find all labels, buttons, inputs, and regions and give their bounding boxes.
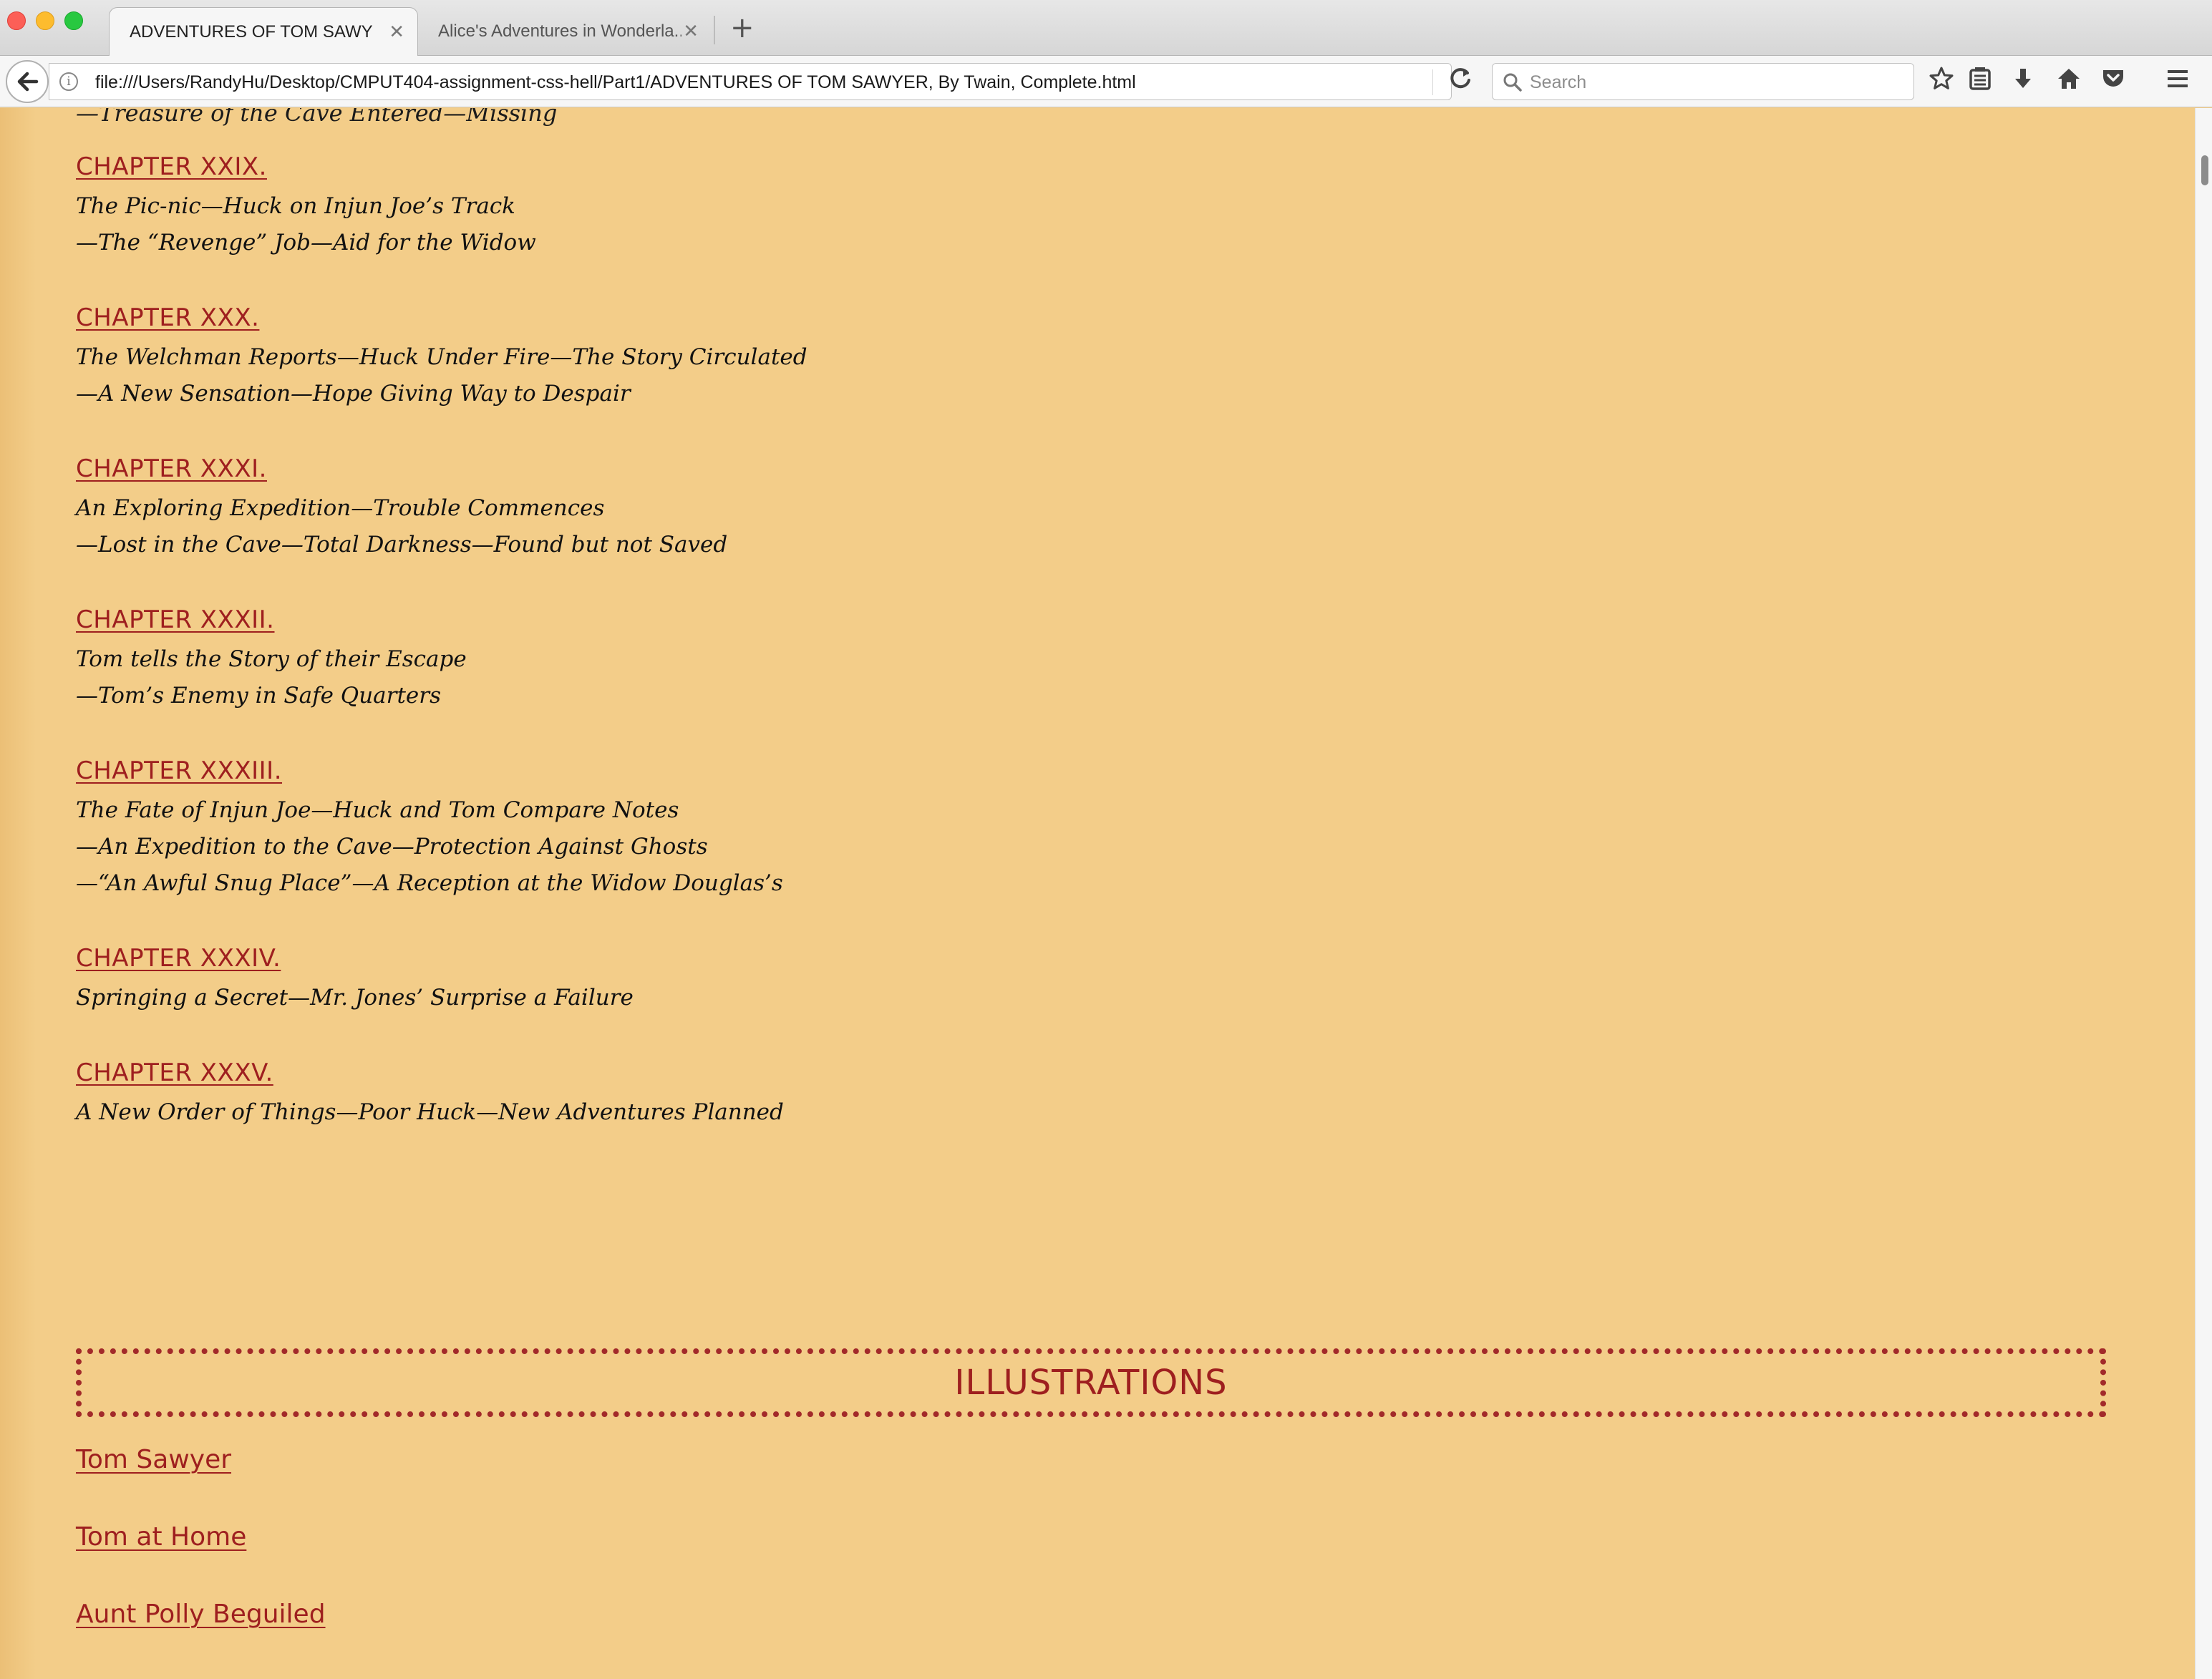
chapter-summary-line: The Welchman Reports—Huck Under Fire—The… <box>76 344 807 370</box>
new-tab-plus-icon[interactable]: + <box>730 11 755 44</box>
chapter-summary-line: —A New Sensation—Hope Giving Way to Desp… <box>76 381 631 407</box>
url-text[interactable]: file:///Users/RandyHu/Desktop/CMPUT404-a… <box>95 64 1136 101</box>
back-button[interactable] <box>6 60 49 103</box>
illustrations-heading-box: ILLUSTRATIONS <box>76 1348 2106 1417</box>
reading-list-icon[interactable] <box>1967 66 1993 92</box>
chapter-entry-xxxiii: CHAPTER XXXIII. The Fate of Injun Joe—Hu… <box>76 755 783 902</box>
chapter-entry-xxix: CHAPTER XXIX. The Pic-nic—Huck on Injun … <box>76 151 536 261</box>
chapter-summary-line: —An Expedition to the Cave—Protection Ag… <box>76 834 708 860</box>
menu-hamburger-icon[interactable] <box>2165 66 2191 92</box>
bookmark-star-icon[interactable] <box>1929 66 1954 92</box>
chapter-link[interactable]: CHAPTER XXXV. <box>76 1057 784 1089</box>
window-maximize-button[interactable] <box>64 11 83 30</box>
chapter-summary-line: —Lost in the Cave—Total Darkness—Found b… <box>76 532 728 558</box>
chapter-link[interactable]: CHAPTER XXXII. <box>76 604 467 636</box>
tab-strip: ADVENTURES OF TOM SAWYE... ✕ Alice's Adv… <box>0 0 2212 56</box>
chapter-summary-line: Springing a Secret—Mr. Jones’ Surprise a… <box>76 985 634 1011</box>
tab-tom-sawyer[interactable]: ADVENTURES OF TOM SAWYE... ✕ <box>109 7 418 56</box>
reload-icon[interactable] <box>1446 64 1475 93</box>
chapter-link[interactable]: CHAPTER XXXIII. <box>76 755 783 787</box>
chapter-summary-line: The Pic-nic—Huck on Injun Joe’s Track <box>76 193 515 219</box>
search-icon <box>1503 73 1522 92</box>
chapter-entry-xxxiv: CHAPTER XXXIV. Springing a Secret—Mr. Jo… <box>76 943 634 1016</box>
chapter-link[interactable]: CHAPTER XXX. <box>76 302 807 334</box>
back-arrow-icon <box>17 72 39 92</box>
chapter-summary-line: —“An Awful Snug Place”—A Reception at th… <box>76 870 783 896</box>
home-icon[interactable] <box>2056 66 2082 92</box>
browser-chrome: ADVENTURES OF TOM SAWYE... ✕ Alice's Adv… <box>0 0 2212 107</box>
scrollbar-thumb[interactable] <box>2201 155 2208 185</box>
search-placeholder: Search <box>1530 72 1587 92</box>
tab-title: Alice's Adventures in Wonderla... <box>438 21 681 41</box>
chapter-entry-xxx: CHAPTER XXX. The Welchman Reports—Huck U… <box>76 302 807 412</box>
illustration-link[interactable]: Tom at Home <box>76 1522 246 1552</box>
illustration-link[interactable]: Tom Sawyer <box>76 1445 231 1474</box>
navigation-toolbar: i file:///Users/RandyHu/Desktop/CMPUT404… <box>0 56 2212 107</box>
chapter-summary-line: —The “Revenge” Job—Aid for the Widow <box>76 230 536 256</box>
chapter-link[interactable]: CHAPTER XXXI. <box>76 453 727 485</box>
tab-title: ADVENTURES OF TOM SAWYE... <box>130 21 373 42</box>
tab-alice[interactable]: Alice's Adventures in Wonderla... ✕ <box>418 7 712 56</box>
chapter-summary-line: —Tom’s Enemy in Safe Quarters <box>76 683 441 709</box>
pocket-icon[interactable] <box>2100 66 2126 92</box>
chapter-link[interactable]: CHAPTER XXIX. <box>76 151 536 182</box>
page-edge-shade <box>0 108 36 1679</box>
tab-close-icon[interactable]: ✕ <box>683 21 699 40</box>
chapter-summary-line: The Fate of Injun Joe—Huck and Tom Compa… <box>76 797 679 823</box>
tab-close-icon[interactable]: ✕ <box>389 22 404 41</box>
window-minimize-button[interactable] <box>36 11 54 30</box>
chapter-summary-line: An Exploring Expedition—Trouble Commence… <box>76 495 605 521</box>
window-close-button[interactable] <box>7 11 26 30</box>
vertical-scrollbar[interactable] <box>2195 108 2212 1679</box>
chapter-entry-xxxv: CHAPTER XXXV. A New Order of Things—Poor… <box>76 1057 784 1131</box>
chapter-entry-xxxi: CHAPTER XXXI. An Exploring Expedition—Tr… <box>76 453 727 563</box>
partial-chapter-line: —Treasure of the Cave Entered—Missing <box>76 108 558 127</box>
chapter-summary-line: Tom tells the Story of their Escape <box>76 646 467 672</box>
illustrations-heading: ILLUSTRATIONS <box>954 1363 1228 1403</box>
search-input[interactable]: Search <box>1492 63 1914 100</box>
tab-separator <box>714 16 715 44</box>
download-icon[interactable] <box>2010 66 2036 92</box>
chapter-summary-line: A New Order of Things—Poor Huck—New Adve… <box>76 1099 784 1125</box>
address-bar[interactable]: i file:///Users/RandyHu/Desktop/CMPUT404… <box>49 63 1452 100</box>
url-divider <box>1432 69 1433 95</box>
page-viewport: —Treasure of the Cave Entered—Missing CH… <box>0 108 2195 1679</box>
info-icon[interactable]: i <box>59 72 78 91</box>
chapter-link[interactable]: CHAPTER XXXIV. <box>76 943 634 974</box>
illustration-link[interactable]: Aunt Polly Beguiled <box>76 1600 326 1629</box>
chapter-entry-xxxii: CHAPTER XXXII. Tom tells the Story of th… <box>76 604 467 714</box>
